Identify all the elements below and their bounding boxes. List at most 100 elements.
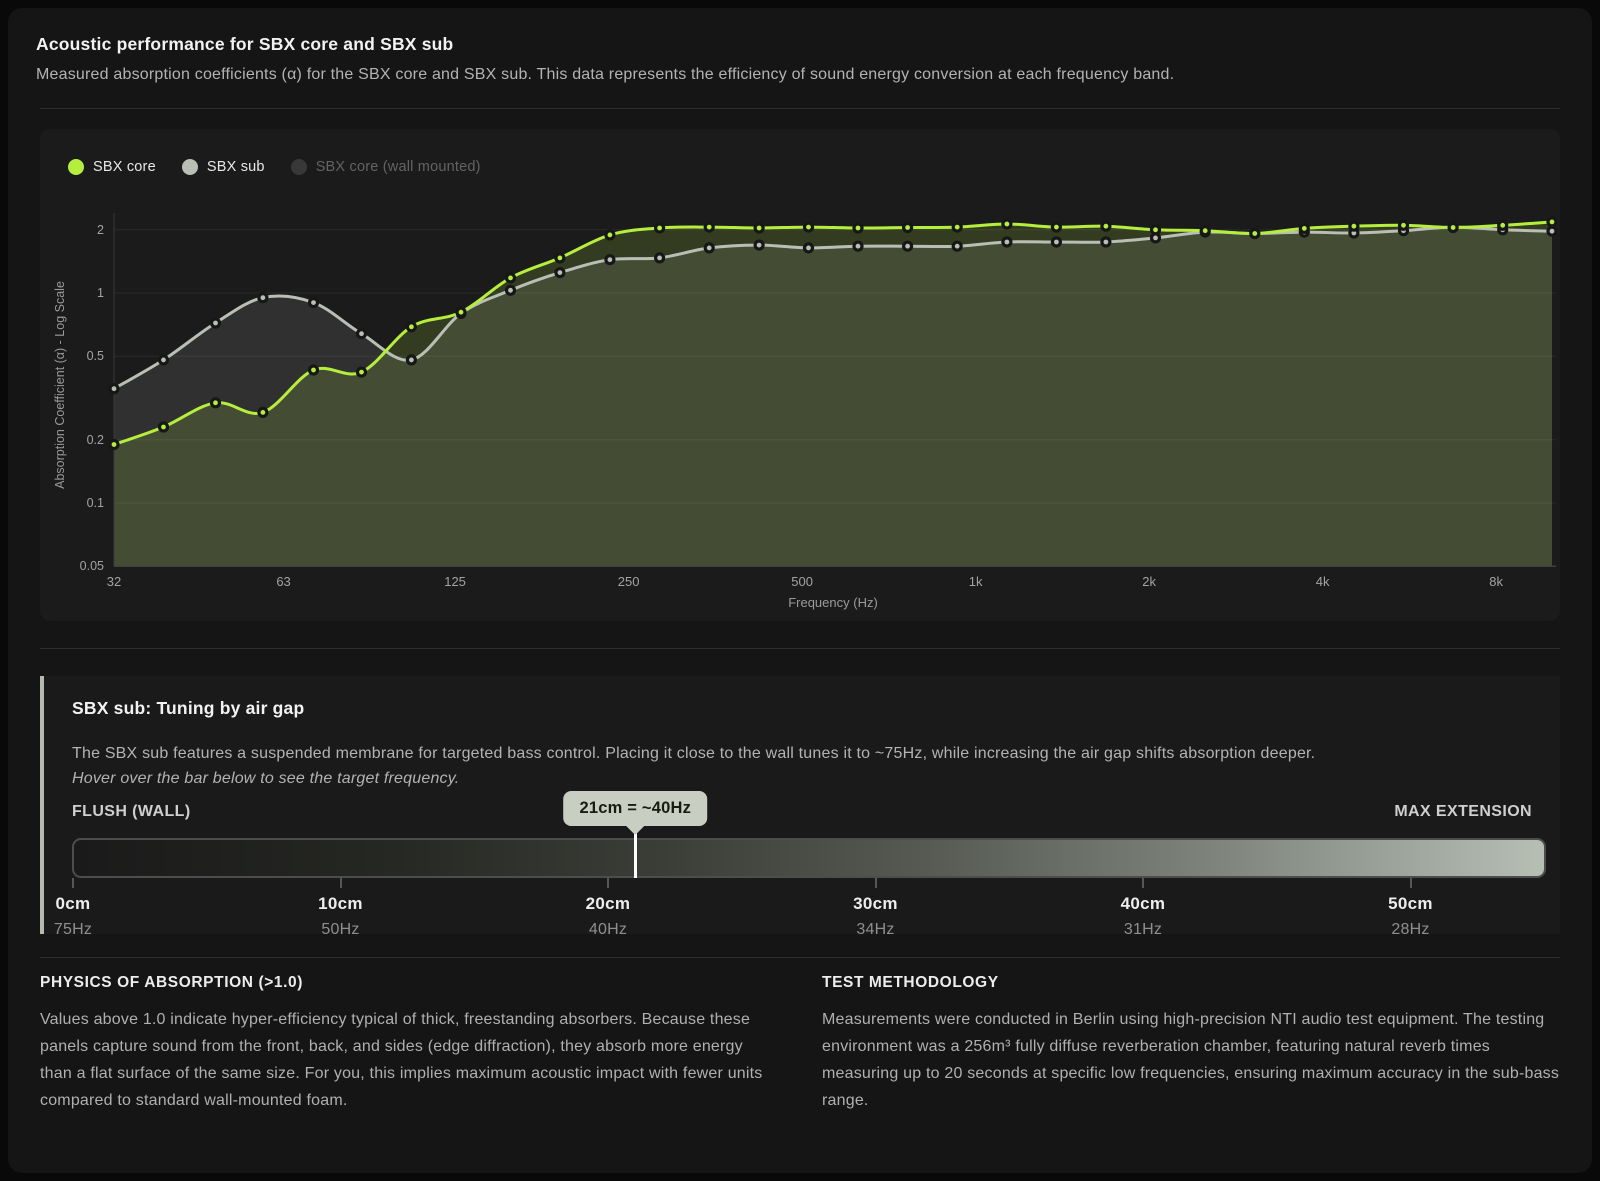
point-sbx-core[interactable]: [755, 224, 763, 232]
point-sbx-core[interactable]: [310, 366, 318, 374]
point-sbx-core[interactable]: [1201, 227, 1209, 235]
area-sbx-sub: [114, 227, 1552, 566]
scale-mark-40cm: 40cm31Hz: [1121, 894, 1166, 939]
scale-tick: [1142, 878, 1144, 888]
scale-mark-10cm: 10cm 50Hz: [318, 894, 363, 939]
air-gap-gradient-bar[interactable]: [72, 838, 1546, 878]
x-tick-label: 32: [107, 574, 121, 589]
point-sbx-core[interactable]: [457, 308, 465, 316]
point-sbx-sub[interactable]: [407, 356, 415, 364]
point-sbx-sub[interactable]: [310, 299, 318, 307]
point-sbx-sub[interactable]: [110, 385, 118, 393]
point-sbx-sub[interactable]: [1102, 238, 1110, 246]
scale-cm-label: 20cm: [586, 894, 631, 914]
point-sbx-core[interactable]: [1400, 221, 1408, 229]
point-sbx-sub[interactable]: [705, 244, 713, 252]
point-sbx-sub[interactable]: [805, 244, 813, 252]
scale-mark-30cm: 30cm34Hz: [853, 894, 898, 939]
point-sbx-core[interactable]: [1003, 220, 1011, 228]
point-sbx-sub[interactable]: [1052, 238, 1060, 246]
point-sbx-core[interactable]: [1300, 224, 1308, 232]
scale-tick: [607, 878, 609, 888]
scale-tick: [72, 878, 74, 888]
point-sbx-core[interactable]: [1052, 223, 1060, 231]
scale-mark-50cm: 50cm28Hz: [1388, 894, 1433, 939]
point-sbx-core[interactable]: [953, 223, 961, 231]
point-sbx-core[interactable]: [407, 323, 415, 331]
legend-item-sbx-core-wall-mounted[interactable]: SBX core (wall mounted): [291, 159, 481, 175]
scale-cm-label: 10cm: [318, 894, 363, 914]
scale-hz-label: 75Hz: [54, 921, 92, 939]
scale-mark-20cm: 20cm 40Hz: [586, 894, 631, 939]
point-sbx-sub[interactable]: [212, 319, 220, 327]
physics-column: PHYSICS OF ABSORPTION (>1.0) Values abov…: [40, 974, 778, 1114]
point-sbx-core[interactable]: [160, 423, 168, 431]
air-gap-tooltip: 21cm = ~40Hz: [563, 791, 707, 826]
scale-hz-label: 40Hz: [586, 921, 631, 939]
point-sbx-core[interactable]: [358, 368, 366, 376]
legend-dot-icon: [182, 159, 198, 175]
physics-heading: PHYSICS OF ABSORPTION (>1.0): [40, 974, 778, 992]
scale-tick: [340, 878, 342, 888]
y-tick-label: 0.5: [87, 349, 104, 363]
physics-body: Values above 1.0 indicate hyper-efficien…: [40, 1006, 778, 1114]
point-sbx-sub[interactable]: [1548, 227, 1556, 235]
x-tick-label: 250: [618, 574, 640, 589]
main-card: Acoustic performance for SBX core and SB…: [8, 8, 1592, 1173]
y-tick-label: 0.2: [87, 433, 104, 447]
tuning-heading: SBX sub: Tuning by air gap: [72, 698, 1532, 719]
air-gap-scale: 0cm75Hz10cm50Hz20cm40Hz30cm34Hz40cm31Hz5…: [72, 878, 1532, 936]
point-sbx-sub[interactable]: [953, 242, 961, 250]
scale-mark-0cm: 0cm75Hz: [54, 894, 92, 939]
point-sbx-core[interactable]: [259, 408, 267, 416]
point-sbx-sub[interactable]: [259, 294, 267, 302]
point-sbx-core[interactable]: [1548, 218, 1556, 226]
point-sbx-core[interactable]: [606, 231, 614, 239]
legend-label: SBX core: [93, 159, 156, 175]
point-sbx-sub[interactable]: [160, 356, 168, 364]
point-sbx-core[interactable]: [1499, 221, 1507, 229]
point-sbx-core[interactable]: [1251, 230, 1259, 238]
point-sbx-sub[interactable]: [656, 254, 664, 262]
methodology-column: TEST METHODOLOGY Measurements were condu…: [822, 974, 1560, 1114]
point-sbx-sub[interactable]: [904, 242, 912, 250]
point-sbx-sub[interactable]: [507, 286, 515, 294]
slider-endcaps: FLUSH (WALL) MAX EXTENSION: [72, 803, 1532, 823]
point-sbx-core[interactable]: [904, 224, 912, 232]
point-sbx-sub[interactable]: [556, 269, 564, 277]
page-subtitle: Measured absorption coefficients (α) for…: [36, 66, 1564, 84]
legend-item-sbx-sub[interactable]: SBX sub: [182, 159, 265, 175]
point-sbx-core[interactable]: [854, 224, 862, 232]
absorption-chart: 210.50.20.10.0532631252505001k2k4k8kFreq…: [40, 195, 1568, 621]
legend-dot-icon: [291, 159, 307, 175]
point-sbx-sub[interactable]: [755, 241, 763, 249]
point-sbx-core[interactable]: [656, 224, 664, 232]
point-sbx-sub[interactable]: [1003, 238, 1011, 246]
point-sbx-sub[interactable]: [854, 242, 862, 250]
legend-item-sbx-core[interactable]: SBX core: [68, 159, 156, 175]
point-sbx-core[interactable]: [1152, 226, 1160, 234]
point-sbx-core[interactable]: [110, 441, 118, 449]
chart-legend: SBX core SBX sub SBX core (wall mounted): [68, 157, 1560, 177]
x-tick-label: 4k: [1316, 574, 1330, 589]
scale-hz-label: 28Hz: [1388, 921, 1433, 939]
x-tick-label: 1k: [969, 574, 983, 589]
tuning-hover-hint: Hover over the bar below to see the targ…: [72, 766, 1532, 791]
legend-label: SBX core (wall mounted): [316, 159, 481, 175]
point-sbx-core[interactable]: [1350, 222, 1358, 230]
point-sbx-sub[interactable]: [358, 330, 366, 338]
y-tick-label: 0.05: [80, 559, 104, 573]
methodology-heading: TEST METHODOLOGY: [822, 974, 1560, 992]
point-sbx-core[interactable]: [805, 223, 813, 231]
point-sbx-core[interactable]: [556, 254, 564, 262]
point-sbx-core[interactable]: [705, 223, 713, 231]
point-sbx-core[interactable]: [1449, 224, 1457, 232]
flush-wall-label: FLUSH (WALL): [72, 803, 191, 823]
point-sbx-core[interactable]: [1102, 222, 1110, 230]
point-sbx-core[interactable]: [212, 399, 220, 407]
scale-hz-label: 50Hz: [318, 921, 363, 939]
methodology-body: Measurements were conducted in Berlin us…: [822, 1006, 1560, 1114]
max-extension-label: MAX EXTENSION: [1394, 803, 1532, 823]
point-sbx-core[interactable]: [507, 274, 515, 282]
point-sbx-sub[interactable]: [606, 256, 614, 264]
